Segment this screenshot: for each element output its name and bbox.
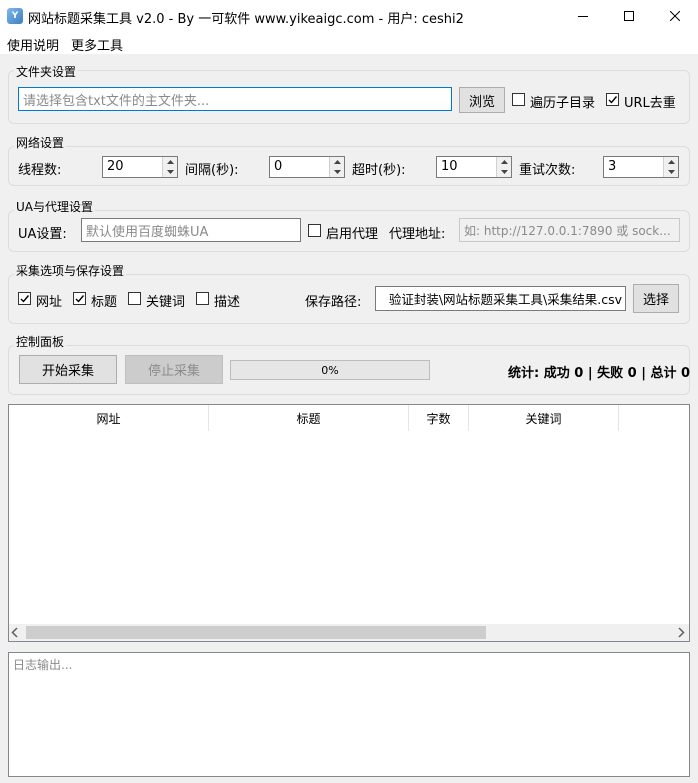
choose-button[interactable]: 选择 xyxy=(633,284,679,313)
checkmark-icon xyxy=(608,96,618,104)
checkmark-icon xyxy=(75,295,85,303)
spin-up-icon[interactable] xyxy=(664,157,678,167)
save-path-value: 验证封装\网站标题采集工具\采集结果.csv xyxy=(388,292,622,307)
spin-down-icon[interactable] xyxy=(163,167,177,177)
interval-spinbox[interactable]: 0 xyxy=(269,156,345,178)
dedupe-checkbox[interactable] xyxy=(606,93,619,106)
proxy-address-input[interactable]: 如: http://127.0.0.1:7890 或 sock... xyxy=(459,218,680,242)
log-output[interactable]: 日志输出... xyxy=(8,652,690,777)
stop-button[interactable]: 停止采集 xyxy=(125,355,223,384)
scroll-right-icon[interactable] xyxy=(677,627,685,642)
spin-up-icon[interactable] xyxy=(497,157,511,167)
proxy-settings-label: UA与代理设置 xyxy=(14,198,95,215)
menu-item-help[interactable]: 使用说明 xyxy=(7,35,59,54)
option-description-checkbox[interactable] xyxy=(196,292,209,305)
retries-label: 重试次数: xyxy=(519,163,576,178)
dedupe-label: URL去重 xyxy=(624,96,676,111)
spin-up-icon[interactable] xyxy=(163,157,177,167)
interval-label: 间隔(秒): xyxy=(185,163,239,178)
threads-spinbox[interactable]: 20 xyxy=(102,156,178,178)
column-header-url[interactable]: 网址 xyxy=(9,405,209,431)
option-url-checkbox[interactable] xyxy=(18,292,31,305)
progress-bar: 0% xyxy=(230,360,430,380)
option-url-label: 网址 xyxy=(36,295,63,310)
spin-up-icon[interactable] xyxy=(330,157,344,167)
timeout-label: 超时(秒): xyxy=(352,163,406,178)
progress-text: 0% xyxy=(321,363,339,377)
save-path-label: 保存路径: xyxy=(305,295,362,310)
option-keywords-label: 关键词 xyxy=(146,295,186,310)
close-button[interactable] xyxy=(652,0,698,32)
horizontal-scrollbar[interactable] xyxy=(9,624,689,641)
retries-spinbox[interactable]: 3 xyxy=(603,156,679,178)
browse-button[interactable]: 浏览 xyxy=(459,87,505,113)
recursive-checkbox[interactable] xyxy=(512,93,525,106)
spin-down-icon[interactable] xyxy=(664,167,678,177)
spin-down-icon[interactable] xyxy=(497,167,511,177)
retries-value: 3 xyxy=(608,159,617,174)
app-logo-icon: Y xyxy=(7,8,23,24)
minimize-button[interactable] xyxy=(560,0,606,32)
scroll-left-icon[interactable] xyxy=(11,627,19,642)
close-icon xyxy=(670,11,680,21)
stats-text: 统计: 成功 0 | 失败 0 | 总计 0 xyxy=(508,366,691,381)
threads-label: 线程数: xyxy=(18,163,62,178)
log-placeholder: 日志输出... xyxy=(13,658,73,672)
proxy-address-label: 代理地址: xyxy=(389,227,446,242)
folder-settings-label: 文件夹设置 xyxy=(14,63,79,80)
recursive-label: 遍历子目录 xyxy=(530,96,596,111)
option-title-label: 标题 xyxy=(91,295,118,310)
enable-proxy-label: 启用代理 xyxy=(326,227,379,242)
column-header-title[interactable]: 标题 xyxy=(209,405,409,431)
spin-down-icon[interactable] xyxy=(330,167,344,177)
scrollbar-thumb[interactable] xyxy=(26,626,486,639)
column-header-length[interactable]: 字数 xyxy=(409,405,469,431)
column-header-keywords[interactable]: 关键词 xyxy=(469,405,619,431)
save-path-input[interactable]: 验证封装\网站标题采集工具\采集结果.csv xyxy=(375,286,626,311)
ua-label: UA设置: xyxy=(18,227,67,242)
option-description-label: 描述 xyxy=(214,295,241,310)
results-table[interactable]: 网址 标题 字数 关键词 xyxy=(8,404,690,642)
network-settings-label: 网络设置 xyxy=(14,134,67,151)
window-title: 网站标题采集工具 v2.0 - By 一可软件 www.yikeaigc.com… xyxy=(28,12,464,27)
folder-path-input[interactable]: 请选择包含txt文件的主文件夹... xyxy=(18,87,452,111)
maximize-icon xyxy=(624,11,634,21)
menu-item-more-tools[interactable]: 更多工具 xyxy=(71,35,123,54)
checkmark-icon xyxy=(20,295,30,303)
collect-settings-label: 采集选项与保存设置 xyxy=(14,262,127,279)
ua-input[interactable]: 默认使用百度蜘蛛UA xyxy=(81,218,301,242)
interval-value: 0 xyxy=(274,159,283,174)
control-panel-label: 控制面板 xyxy=(14,333,67,350)
option-keywords-checkbox[interactable] xyxy=(128,292,141,305)
enable-proxy-checkbox[interactable] xyxy=(308,224,321,237)
timeout-spinbox[interactable]: 10 xyxy=(436,156,512,178)
threads-value: 20 xyxy=(107,159,124,174)
option-title-checkbox[interactable] xyxy=(73,292,86,305)
start-button[interactable]: 开始采集 xyxy=(19,355,117,384)
timeout-value: 10 xyxy=(441,159,458,174)
maximize-button[interactable] xyxy=(606,0,652,32)
minimize-icon xyxy=(578,16,588,17)
